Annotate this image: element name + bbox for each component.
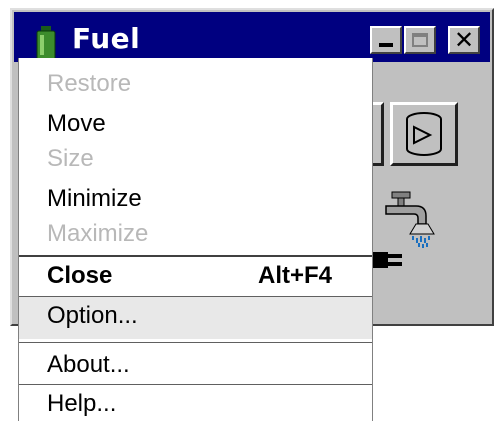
minimize-button[interactable] xyxy=(370,26,402,54)
shortcut-label: Alt+F4 xyxy=(257,262,332,289)
menu-item-size: Size xyxy=(47,145,94,172)
menu-separator xyxy=(19,255,372,257)
maximize-button[interactable] xyxy=(404,26,436,54)
menu-item-restore: Restore xyxy=(47,70,132,97)
minimize-icon xyxy=(379,43,393,47)
menu-item-help[interactable]: Help... xyxy=(19,386,372,422)
menu-item-close[interactable]: Close Alt+F4 xyxy=(19,258,372,294)
close-button[interactable]: ✕ xyxy=(448,26,480,54)
menu-separator xyxy=(19,342,372,343)
fuel-can-icon[interactable] xyxy=(36,26,56,60)
menu-item-minimize[interactable]: Minimize xyxy=(19,181,372,217)
fuel-tank-icon xyxy=(406,112,442,156)
menu-item-about[interactable]: About... xyxy=(19,347,372,383)
menu-item-option[interactable]: Option... xyxy=(19,297,372,339)
title-bar[interactable]: Fuel ✕ xyxy=(14,12,490,62)
menu-separator xyxy=(19,384,372,385)
window-title: Fuel xyxy=(72,22,141,55)
fuel-tank-button[interactable] xyxy=(390,102,458,166)
close-icon: ✕ xyxy=(453,26,475,54)
maximize-icon xyxy=(412,33,428,47)
menu-item-move[interactable]: Move xyxy=(19,106,372,142)
system-menu: Restore Move Size Minimize Maximize Clos… xyxy=(18,58,373,421)
faucet-icon[interactable] xyxy=(382,190,446,250)
menu-item-maximize: Maximize xyxy=(47,220,149,247)
